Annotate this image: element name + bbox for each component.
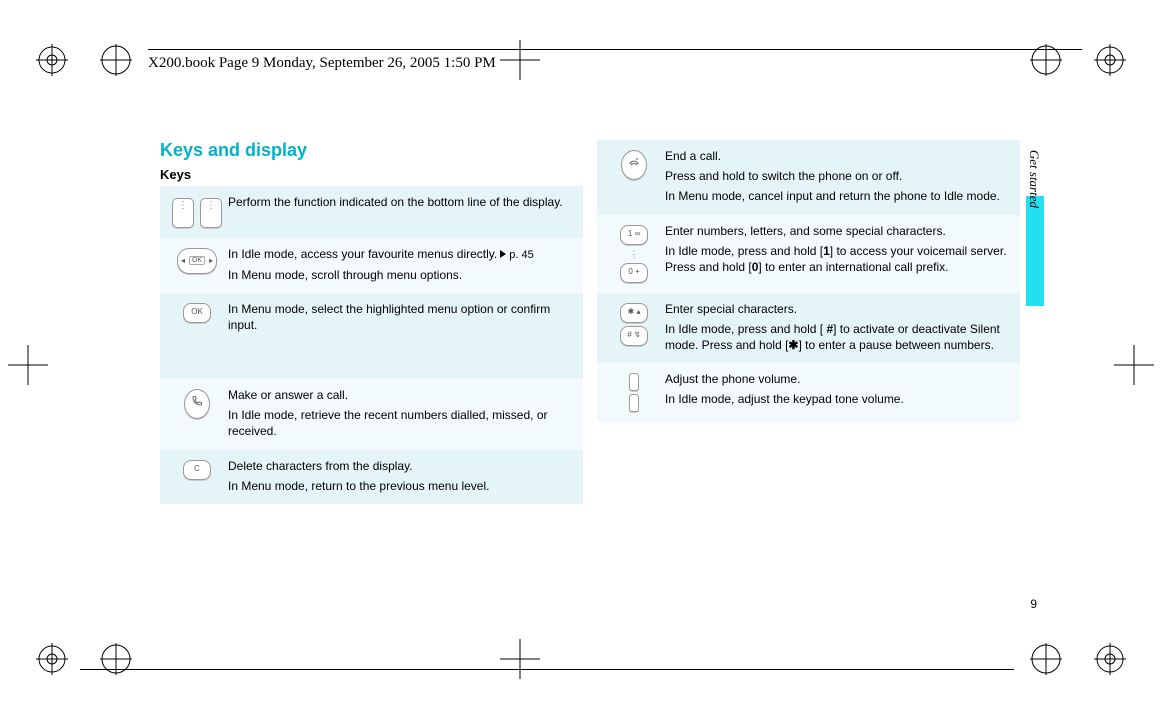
key-row: End a call. Press and hold to switch the…: [597, 140, 1020, 215]
section-title: Keys and display: [160, 140, 583, 161]
crop-mark-icon: [500, 40, 540, 80]
key-desc: Perform the function indicated on the bo…: [228, 194, 577, 228]
crop-mark-icon: [100, 44, 132, 76]
special-keys-icon: ✱ ▴ # ↯: [603, 301, 665, 354]
crop-mark-icon: [36, 44, 68, 76]
key-row: 1 ∞ ⋮ 0 + Enter numbers, letters, and so…: [597, 215, 1020, 293]
call-key-icon: [166, 387, 228, 440]
crop-mark-icon: [36, 643, 68, 675]
key-row: ✱ ▴ # ↯ Enter special characters. In Idl…: [597, 293, 1020, 364]
alphanumeric-keys-icon: 1 ∞ ⋮ 0 +: [603, 223, 665, 283]
key-desc: In Menu mode, select the highlighted men…: [228, 301, 577, 369]
key-row: Adjust the phone volume. In Idle mode, a…: [597, 363, 1020, 422]
side-section-label: Get started: [1026, 150, 1042, 208]
crop-mark-icon: [500, 639, 540, 679]
crop-mark-icon: [1094, 44, 1126, 76]
key-desc: End a call. Press and hold to switch the…: [665, 148, 1014, 205]
key-desc: Enter special characters. In Idle mode, …: [665, 301, 1014, 354]
crop-mark-icon: [1030, 643, 1062, 675]
key-row: Make or answer a call. In Idle mode, ret…: [160, 379, 583, 450]
key-row: Perform the function indicated on the bo…: [160, 186, 583, 238]
footer-rule: [80, 669, 1014, 670]
end-key-icon: [603, 148, 665, 205]
side-tab: [1026, 196, 1044, 306]
key-desc: Delete characters from the display. In M…: [228, 458, 577, 494]
header-rule: [148, 49, 1082, 50]
content-area: Keys and display Keys Perform the functi…: [160, 140, 1020, 504]
crop-mark-icon: [1114, 345, 1154, 385]
softkeys-icon: [166, 194, 228, 228]
key-desc: Make or answer a call. In Idle mode, ret…: [228, 387, 577, 440]
page-number: 9: [1030, 597, 1037, 611]
key-row: ◂ OK ▸ In Idle mode, access your favouri…: [160, 238, 583, 293]
nav-key-icon: ◂ OK ▸: [166, 246, 228, 283]
clear-key-icon: C: [166, 458, 228, 494]
volume-keys-icon: [603, 371, 665, 412]
section-subtitle: Keys: [160, 167, 583, 182]
key-desc: Enter numbers, letters, and some special…: [665, 223, 1014, 283]
key-row: C Delete characters from the display. In…: [160, 450, 583, 504]
ok-key-icon: OK: [166, 301, 228, 369]
crop-mark-icon: [1094, 643, 1126, 675]
key-row: OK In Menu mode, select the highlighted …: [160, 293, 583, 379]
right-column: End a call. Press and hold to switch the…: [597, 140, 1020, 504]
left-column: Keys and display Keys Perform the functi…: [160, 140, 583, 504]
crop-mark-icon: [100, 643, 132, 675]
page-header: X200.book Page 9 Monday, September 26, 2…: [148, 55, 496, 72]
key-desc: Adjust the phone volume. In Idle mode, a…: [665, 371, 1014, 412]
crop-mark-icon: [8, 345, 48, 385]
key-desc: In Idle mode, access your favourite menu…: [228, 246, 577, 283]
